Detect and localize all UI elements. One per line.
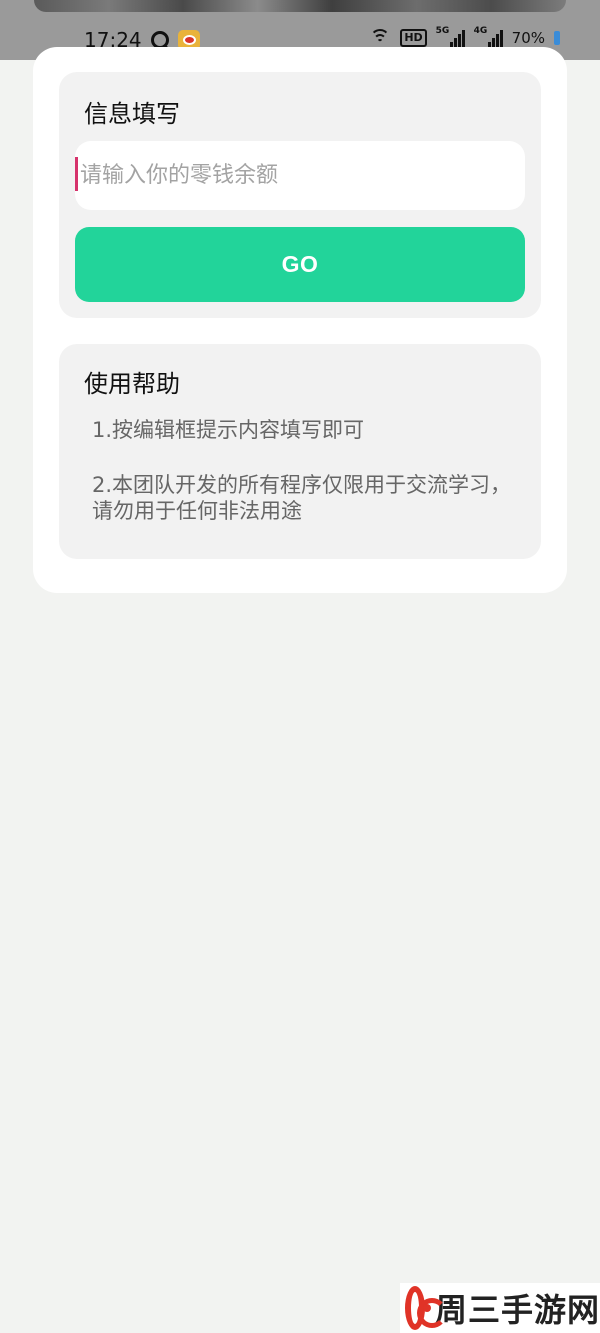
info-panel-title: 信息填写 xyxy=(84,100,180,128)
watermark: 周三手游网 xyxy=(400,1283,600,1333)
watermark-text: 周三手游网 xyxy=(434,1291,600,1329)
watermark-logo-icon xyxy=(405,1286,447,1330)
wifi-icon xyxy=(369,29,391,47)
help-item: 1.按编辑框提示内容填写即可 xyxy=(92,418,365,442)
info-panel: 信息填写 GO xyxy=(59,72,541,318)
go-button[interactable]: GO xyxy=(75,227,525,302)
help-panel-title: 使用帮助 xyxy=(84,370,180,398)
hd-icon: HD xyxy=(400,29,427,47)
status-right-group: HD 5G 4G 70% xyxy=(369,26,560,47)
sim2-label: 4G xyxy=(473,26,488,36)
text-caret xyxy=(75,157,78,191)
signal-4g-icon: 4G xyxy=(473,26,503,47)
main-card: 信息填写 GO 使用帮助 1.按编辑框提示内容填写即可 2.本团队开发的所有程序… xyxy=(33,47,567,593)
help-panel: 使用帮助 1.按编辑框提示内容填写即可 2.本团队开发的所有程序仅限用于交流学习… xyxy=(59,344,541,559)
battery-icon xyxy=(554,31,560,45)
balance-input[interactable] xyxy=(80,141,520,210)
background-image-strip xyxy=(34,0,566,12)
balance-input-container[interactable] xyxy=(75,141,525,210)
help-item: 2.本团队开发的所有程序仅限用于交流学习，请勿用于任何非法用途 xyxy=(92,473,512,523)
signal-5g-icon: 5G xyxy=(435,26,465,47)
battery-percent: 70% xyxy=(511,29,545,47)
sim1-label: 5G xyxy=(435,26,450,36)
